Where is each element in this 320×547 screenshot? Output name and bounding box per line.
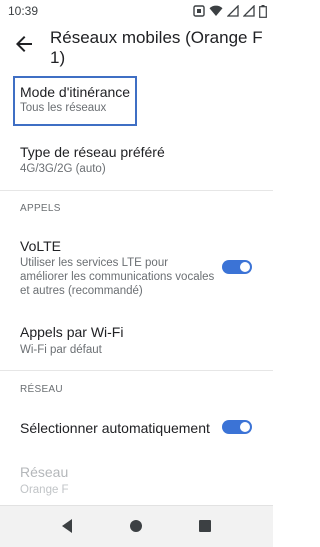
wifi-calls-subtitle: Wi-Fi par défaut — [20, 344, 102, 356]
network-item: Réseau Orange F — [0, 458, 273, 502]
auto-select-title: Sélectionner automatiquement — [20, 420, 210, 436]
battery-icon — [259, 4, 267, 18]
wifi-calls-title: Appels par Wi-Fi — [20, 324, 124, 340]
auto-select-toggle[interactable] — [222, 420, 252, 434]
toggle-knob — [240, 262, 250, 272]
signal-icon — [243, 5, 255, 17]
status-icons — [193, 4, 267, 18]
volte-title: VoLTE — [20, 238, 61, 254]
wifi-calls-item[interactable]: Appels par Wi-Fi Wi-Fi par défaut — [0, 318, 273, 362]
status-bar: 10:39 — [0, 0, 273, 24]
network-subtitle: Orange F — [20, 484, 69, 496]
preferred-network-type-item[interactable]: Type de réseau préféré 4G/3G/2G (auto) — [0, 138, 273, 186]
divider — [0, 370, 273, 371]
focus-highlight — [13, 76, 137, 126]
app-bar: Réseaux mobiles (Orange F 1) — [0, 24, 273, 72]
signal-icon — [227, 5, 239, 17]
navigation-bar — [0, 505, 273, 547]
section-header-calls: APPELS — [20, 203, 61, 214]
back-arrow-icon[interactable] — [12, 32, 36, 56]
page-title: Réseaux mobiles (Orange F 1) — [50, 28, 263, 67]
recents-nav-icon[interactable] — [195, 516, 215, 536]
section-header-network: RÉSEAU — [20, 384, 63, 395]
wifi-icon — [209, 5, 223, 17]
home-nav-icon[interactable] — [126, 516, 146, 536]
volte-toggle[interactable] — [222, 260, 252, 274]
back-nav-icon[interactable] — [58, 516, 78, 536]
toggle-knob — [240, 422, 250, 432]
preferred-network-type-title: Type de réseau préféré — [20, 144, 165, 160]
volte-subtitle: Utiliser les services LTE pour améliorer… — [20, 257, 215, 297]
nfc-icon — [193, 5, 205, 17]
network-title: Réseau — [20, 464, 69, 480]
status-time: 10:39 — [8, 4, 39, 18]
preferred-network-type-subtitle: 4G/3G/2G (auto) — [20, 163, 106, 175]
divider — [0, 190, 273, 191]
